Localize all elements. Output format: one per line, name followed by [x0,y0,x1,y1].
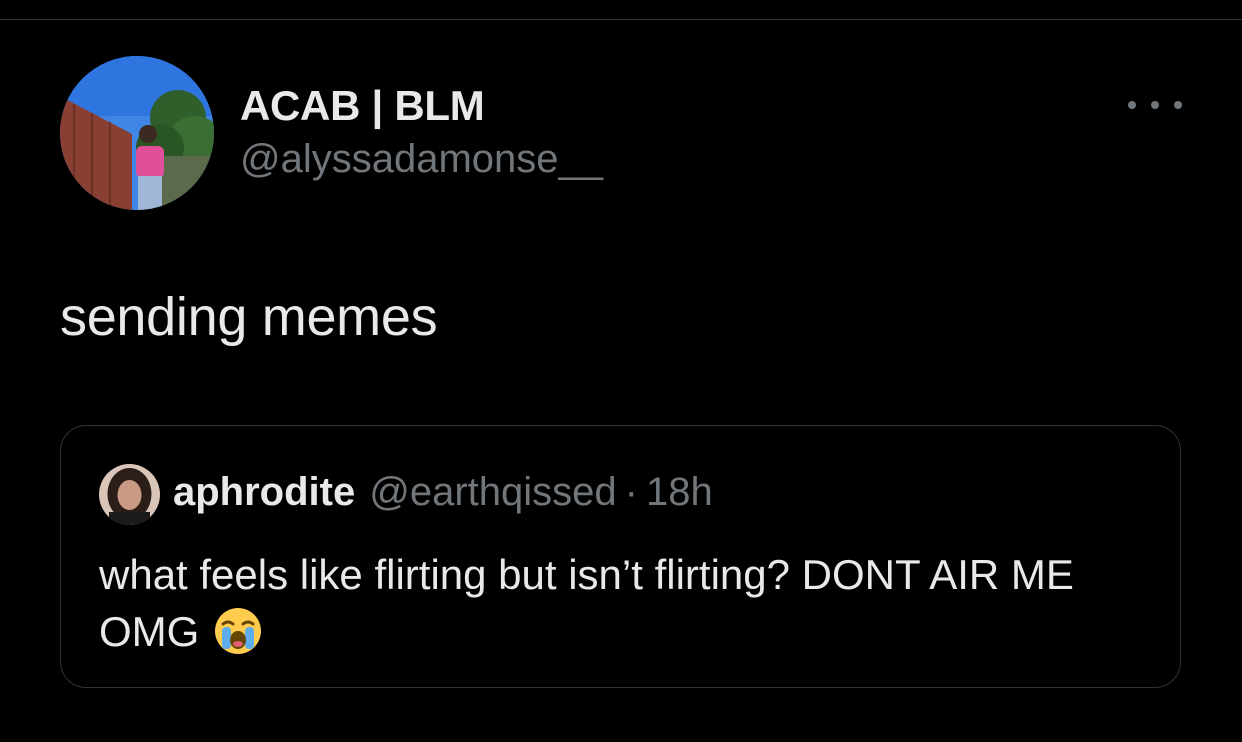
quoted-tweet-header: aphrodite @earthqissed · 18h [173,470,713,515]
dot-icon [1128,101,1136,109]
dot-icon [1151,101,1159,109]
dot-icon [1174,101,1182,109]
author-handle[interactable]: @alyssadamonse__ [240,137,603,182]
author-avatar[interactable] [60,56,214,210]
quoted-tweet-card[interactable]: aphrodite @earthqissed · 18h what feels … [60,425,1181,688]
top-divider [0,19,1242,20]
quoted-tweet-timestamp[interactable]: 18h [646,470,713,515]
author-display-name[interactable]: ACAB | BLM [240,82,485,130]
quoted-author-avatar[interactable] [99,464,160,525]
quoted-tweet-text-block: what feels like flirting but isn’t flirt… [99,546,1139,660]
quoted-author-display-name[interactable]: aphrodite [173,470,355,515]
tweet-text: sending memes [60,287,438,347]
more-options-icon[interactable] [1128,92,1182,118]
quoted-author-handle[interactable]: @earthqissed [369,470,616,515]
separator-dot: · [624,470,638,514]
loudly-crying-face-icon [213,606,263,656]
